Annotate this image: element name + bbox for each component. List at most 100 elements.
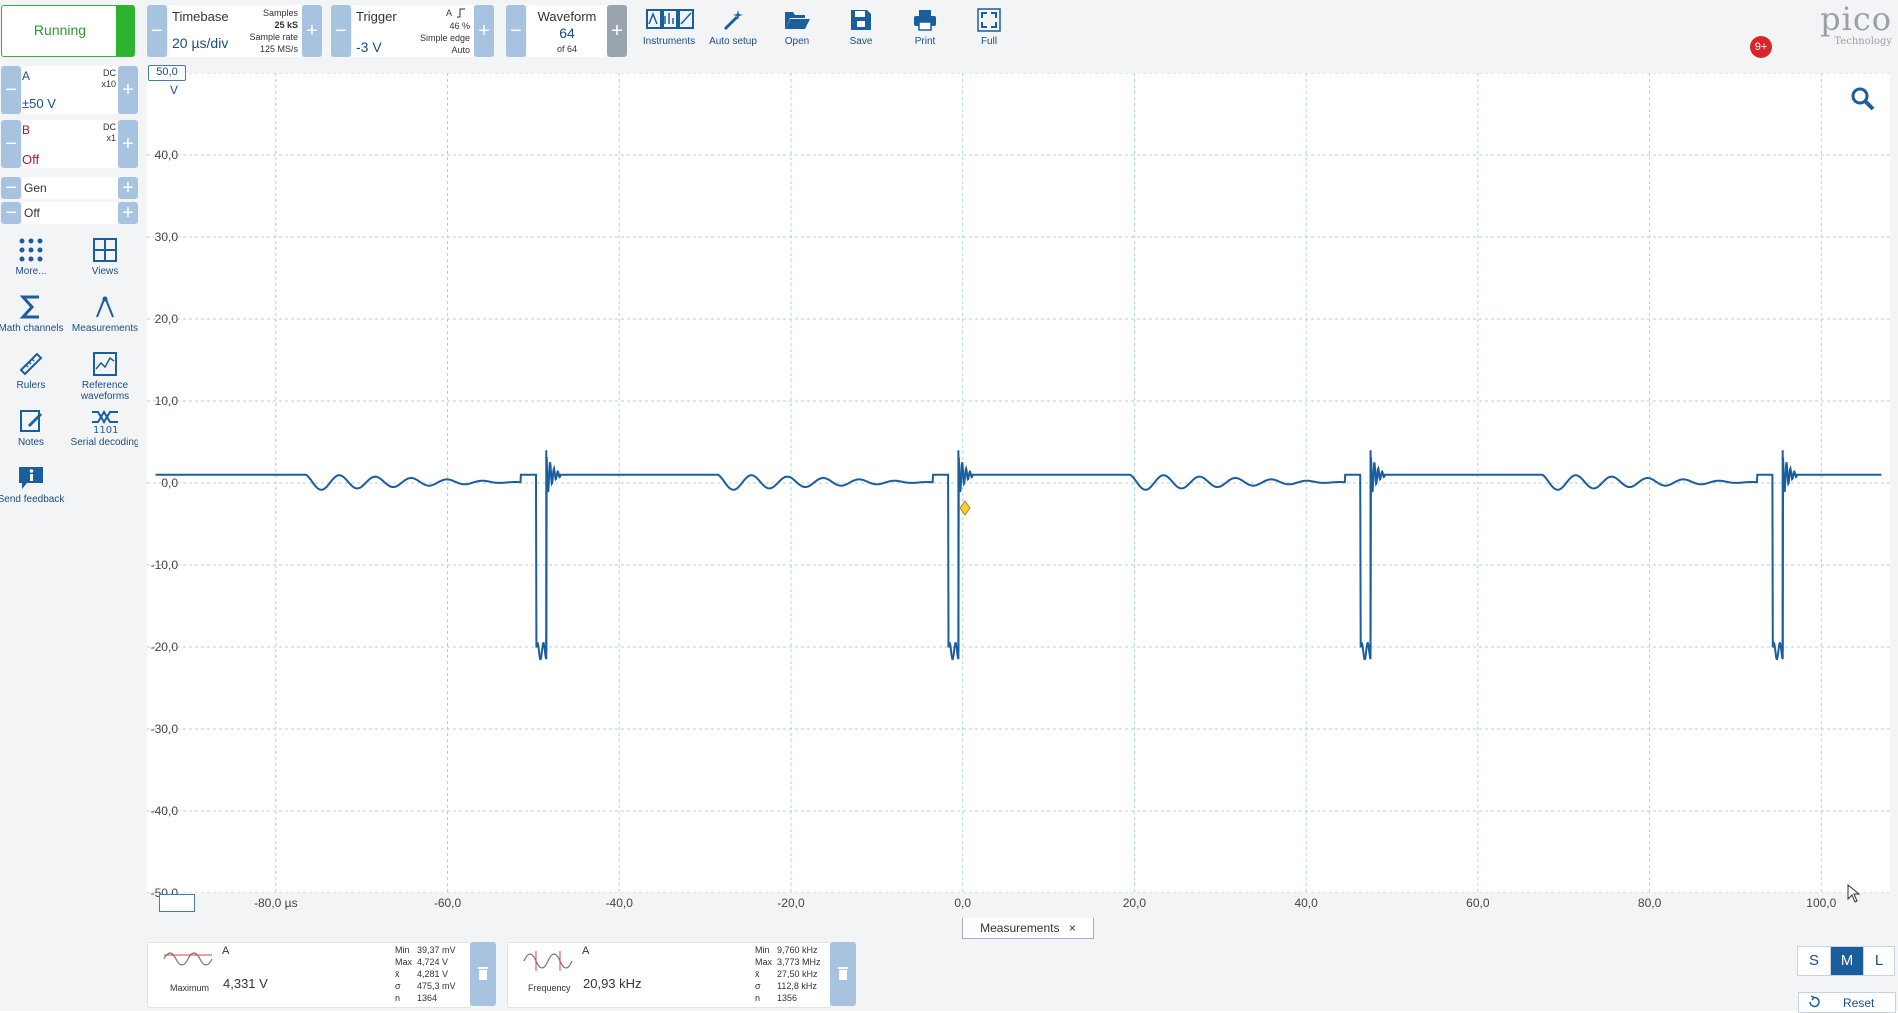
reset-button[interactable]: Reset	[1798, 992, 1896, 1013]
channel-a-coupling: DC	[103, 68, 116, 78]
waveform-count: of 64	[556, 44, 578, 54]
measurements-label: Measurements	[71, 323, 139, 334]
measurement-card-maximum[interactable]: A Maximum 4,331 V Min 39,37 mV Max 4,724…	[147, 942, 471, 1008]
trigger-type: Simple edge	[419, 33, 470, 43]
x-tick-label: -40,0	[605, 896, 633, 910]
y-axis-top-marker[interactable]: 50,0	[148, 65, 186, 81]
generator-value-increase[interactable]: +	[118, 202, 138, 224]
reset-icon	[1809, 995, 1820, 1008]
x-tick-label: 40,0	[1294, 896, 1318, 910]
print-button[interactable]: Print	[895, 8, 955, 47]
serial-decoding-icon: 1101	[92, 410, 118, 434]
printer-icon	[914, 10, 936, 31]
channel-b-range: Off	[22, 152, 40, 167]
timebase-decrease-button[interactable]: −	[147, 5, 167, 57]
full-screen-button[interactable]: Full	[959, 8, 1019, 47]
notification-badge[interactable]: 9+	[1750, 6, 1772, 58]
sine-wave-icon	[163, 952, 213, 966]
measurement-1-sigma: 475,3 mV	[417, 981, 456, 991]
logo-subtext: Technology	[1834, 36, 1892, 47]
save-button[interactable]: Save	[831, 8, 891, 47]
trigger-decrease-button[interactable]: −	[331, 5, 351, 57]
measurement-2-channel: A	[582, 945, 590, 957]
x-axis-scroll-marker[interactable]	[159, 894, 195, 912]
reference-waveforms-button[interactable]: Reference waveforms	[69, 351, 141, 402]
measurement-2-value: 20,93 kHz	[583, 976, 642, 991]
measurement-1-max: 4,724 V	[417, 957, 449, 967]
timebase-label: Timebase	[172, 9, 229, 24]
stat-n-label: n	[755, 993, 761, 1003]
size-large-label: L	[1874, 952, 1884, 969]
measurement-1-min: 39,37 mV	[417, 945, 456, 955]
trigger-increase-button[interactable]: +	[474, 5, 494, 57]
stat-mean-label: x̄	[395, 969, 400, 979]
generator-value-decrease[interactable]: −	[1, 202, 21, 224]
trigger-control[interactable]: Trigger -3 V A 46 % Simple edge Auto	[352, 5, 474, 57]
trigger-marker-icon[interactable]	[959, 500, 971, 516]
generator-value: Off	[24, 206, 40, 220]
waveform-previous-button[interactable]: −	[506, 5, 526, 57]
generator-label: Gen	[24, 181, 47, 195]
logo-text: pico	[1820, 0, 1892, 38]
reference-waveform-icon	[93, 352, 117, 376]
channel-a-name: A	[22, 69, 31, 83]
timebase-value: 20 µs/div	[172, 35, 229, 51]
mouse-cursor-icon	[1847, 884, 1861, 903]
generator-increase[interactable]: +	[118, 177, 138, 199]
x-tick-label: 100,0	[1806, 896, 1837, 910]
waveform-label: Waveform	[537, 9, 597, 24]
scope-plot[interactable]	[147, 73, 1890, 893]
svg-text:1101: 1101	[93, 425, 118, 434]
channel-a-control[interactable]: A DC x10 ±50 V	[22, 66, 118, 114]
save-label: Save	[849, 36, 873, 47]
channel-b-control[interactable]: B DC x1 Off	[22, 120, 118, 168]
channel-a-range-increase[interactable]: +	[118, 66, 138, 114]
trash-icon	[838, 967, 848, 980]
waveform-next-button[interactable]: +	[607, 5, 627, 57]
size-medium-button[interactable]: M	[1830, 946, 1864, 976]
channel-a-range-decrease[interactable]: −	[1, 66, 21, 114]
rulers-button[interactable]: Rulers	[0, 351, 67, 391]
reset-label: Reset	[1843, 996, 1875, 1010]
delete-measurement-2-button[interactable]	[830, 942, 856, 1006]
size-small-button[interactable]: S	[1797, 946, 1831, 976]
y-tick-label: 20,0	[154, 312, 178, 326]
generator-value-control[interactable]: Off	[22, 202, 118, 224]
y-tick-label: -10,0	[150, 558, 178, 572]
x-tick-label: 60,0	[1466, 896, 1490, 910]
measurements-tab[interactable]: Measurements ×	[962, 918, 1094, 939]
waveform-buffer-control[interactable]: Waveform 64 of 64	[527, 5, 607, 57]
open-button[interactable]: Open	[767, 8, 827, 47]
trigger-label: Trigger	[356, 9, 397, 24]
more-button[interactable]: More...	[0, 237, 67, 277]
close-icon[interactable]: ×	[1069, 921, 1076, 935]
math-channels-button[interactable]: Math channels	[0, 294, 67, 334]
frequency-wave-icon	[523, 951, 573, 971]
measurement-2-sigma: 112,8 kHz	[777, 981, 817, 991]
timebase-control[interactable]: Timebase 20 µs/div Samples 25 kS Sample …	[168, 5, 302, 57]
send-feedback-label: Send feedback	[0, 494, 65, 505]
measurement-2-count: 1356	[777, 993, 798, 1003]
views-grid-icon	[93, 238, 117, 262]
measurements-button[interactable]: Measurements	[69, 294, 141, 334]
y-tick-label: 0,0	[161, 476, 178, 490]
views-button[interactable]: Views	[69, 237, 141, 277]
channel-b-range-decrease[interactable]: −	[1, 120, 21, 168]
measurement-1-value: 4,331 V	[223, 976, 268, 991]
timebase-increase-button[interactable]: +	[302, 5, 322, 57]
run-stop-button[interactable]: Running	[1, 5, 135, 57]
delete-measurement-1-button[interactable]	[470, 942, 496, 1006]
instruments-button[interactable]: Instruments	[639, 8, 699, 47]
measurements-tab-label: Measurements	[980, 921, 1060, 935]
y-tick-label: -40,0	[150, 804, 178, 818]
generator-control[interactable]: Gen	[22, 177, 118, 199]
size-large-button[interactable]: L	[1863, 946, 1895, 976]
zoom-button[interactable]	[1850, 86, 1876, 117]
generator-decrease[interactable]: −	[1, 177, 21, 199]
send-feedback-button[interactable]: Send feedback	[0, 465, 67, 505]
notes-button[interactable]: Notes	[0, 408, 67, 448]
measurement-card-frequency[interactable]: A Frequency 20,93 kHz Min 9,760 kHz Max …	[507, 942, 831, 1008]
auto-setup-button[interactable]: Auto setup	[703, 8, 763, 47]
serial-decoding-button[interactable]: 1101 Serial decoding	[69, 408, 141, 448]
y-tick-label: -30,0	[150, 722, 178, 736]
